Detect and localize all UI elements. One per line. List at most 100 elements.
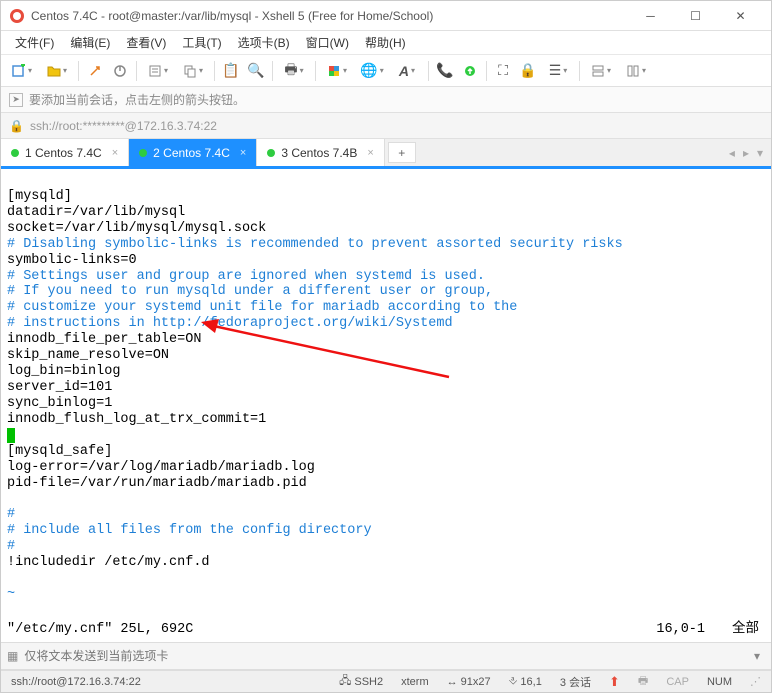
status-bar: ssh://root@172.16.3.74:22 🖧SSH2 xterm ↔9…	[1, 670, 771, 692]
info-bar: ➤ 要添加当前会话，点击左侧的箭头按钮。	[1, 87, 771, 113]
term-line: log-error=/var/log/mariadb/mariadb.log	[7, 460, 315, 475]
properties-button[interactable]	[141, 59, 175, 83]
tab-close-icon[interactable]: ×	[240, 147, 246, 159]
minimize-button[interactable]: ─	[628, 2, 673, 30]
find-button[interactable]: 🔍	[244, 59, 268, 83]
info-text: 要添加当前会话，点击左侧的箭头按钮。	[29, 91, 245, 108]
tab-menu-button[interactable]: ▾	[755, 144, 765, 162]
term-line: # customize your systemd unit file for m…	[7, 300, 517, 315]
tab-3[interactable]: 3 Centos 7.4B ×	[257, 139, 385, 166]
term-line: innodb_file_per_table=ON	[7, 332, 201, 347]
vim-statusline: "/etc/my.cnf" 25L, 692C 16,0-1 全部	[7, 622, 765, 638]
cursor-icon: ⎀	[509, 675, 518, 688]
vim-scroll-pct: 全部	[732, 622, 759, 638]
tile-horizontal-button[interactable]	[584, 59, 618, 83]
term-line: # instructions in http://fedoraproject.o…	[7, 316, 453, 331]
term-line: innodb_flush_log_at_trx_commit=1	[7, 412, 266, 427]
send-toggle-button[interactable]: ▾	[749, 649, 765, 663]
lock-button[interactable]: 🔒	[516, 59, 540, 83]
term-line: skip_name_resolve=ON	[7, 348, 169, 363]
tab-next-button[interactable]: ▸	[741, 144, 751, 162]
app-icon	[9, 8, 25, 24]
printer-icon: 🖶	[638, 672, 648, 691]
tab-label: 1 Centos 7.4C	[25, 146, 102, 160]
term-line: # Settings user and group are ignored wh…	[7, 269, 485, 284]
menu-edit[interactable]: 编辑(E)	[62, 31, 118, 54]
status-dot-icon	[139, 149, 147, 157]
open-button[interactable]	[40, 59, 74, 83]
send-input[interactable]	[24, 649, 743, 663]
term-line: # include all files from the config dire…	[7, 523, 372, 538]
xagent-button[interactable]: 📞	[433, 59, 457, 83]
new-session-button[interactable]	[5, 59, 39, 83]
tab-2[interactable]: 2 Centos 7.4C×	[129, 139, 257, 166]
add-tab-button[interactable]: +	[388, 142, 416, 163]
status-cursor: 16,1	[520, 676, 541, 688]
encoding-button[interactable]: ☰	[541, 59, 575, 83]
xftp-button[interactable]	[458, 59, 482, 83]
font-button[interactable]: A	[390, 59, 424, 83]
term-line: #	[7, 539, 15, 554]
term-line: datadir=/var/lib/mysql	[7, 205, 185, 220]
lock-icon: 🔒	[9, 119, 24, 133]
window-title: Centos 7.4C - root@master:/var/lib/mysql…	[31, 9, 628, 23]
internet-button[interactable]: 🌐	[355, 59, 389, 83]
address-bar: 🔒 ssh://root:*********@172.16.3.74:22	[1, 113, 771, 139]
term-line: socket=/var/lib/mysql/mysql.sock	[7, 221, 266, 236]
add-session-icon[interactable]: ➤	[9, 93, 23, 107]
maximize-button[interactable]: ☐	[673, 2, 718, 30]
menu-tools[interactable]: 工具(T)	[174, 31, 229, 54]
status-term: xterm	[397, 676, 433, 688]
tab-label: 3 Centos 7.4B	[281, 146, 357, 160]
status-sessions: 3 会话	[560, 674, 591, 690]
vim-file-info: "/etc/my.cnf" 25L, 692C	[7, 622, 193, 638]
term-line: symbolic-links=0	[7, 253, 137, 268]
tab-close-icon[interactable]: ×	[112, 147, 118, 159]
menubar: 文件(F) 编辑(E) 查看(V) 工具(T) 选项卡(B) 窗口(W) 帮助(…	[1, 31, 771, 55]
titlebar: Centos 7.4C - root@master:/var/lib/mysql…	[1, 1, 771, 31]
reconnect-button[interactable]	[83, 59, 107, 83]
tab-bar: 1 Centos 7.4C × 2 Centos 7.4C× 3 Centos 7…	[1, 139, 771, 169]
paste-button[interactable]: 📋	[219, 59, 243, 83]
status-proto: SSH2	[354, 676, 383, 688]
tab-nav: ◂ ▸ ▾	[721, 139, 771, 166]
terminal[interactable]: [mysqld] datadir=/var/lib/mysql socket=/…	[1, 169, 771, 642]
tab-close-icon[interactable]: ×	[367, 147, 373, 159]
tab-1[interactable]: 1 Centos 7.4C ×	[1, 139, 129, 166]
copy-button[interactable]	[176, 59, 210, 83]
fullscreen-button[interactable]: ⛶	[491, 59, 515, 83]
disconnect-button[interactable]	[108, 59, 132, 83]
menu-window[interactable]: 窗口(W)	[298, 31, 357, 54]
term-line: sync_binlog=1	[7, 396, 112, 411]
menu-help[interactable]: 帮助(H)	[357, 31, 414, 54]
term-line: [mysqld_safe]	[7, 444, 112, 459]
tab-prev-button[interactable]: ◂	[727, 144, 737, 162]
status-size: 91x27	[461, 676, 491, 688]
cursor	[7, 428, 15, 443]
term-tilde: ~	[7, 587, 15, 602]
term-line: !includedir /etc/my.cnf.d	[7, 555, 210, 570]
term-line: pid-file=/var/run/mariadb/mariadb.pid	[7, 476, 307, 491]
toolbar: 📋 🔍 🖶 🌐 A 📞 ⛶ 🔒 ☰	[1, 55, 771, 87]
menu-view[interactable]: 查看(V)	[118, 31, 174, 54]
update-icon[interactable]: ⬆	[605, 674, 624, 690]
term-line: # If you need to run mysqld under a diff…	[7, 284, 493, 299]
status-num: NUM	[703, 676, 736, 688]
tile-vertical-button[interactable]	[619, 59, 653, 83]
network-icon: 🖧	[339, 672, 351, 691]
resize-grip-icon[interactable]: ⋰	[746, 675, 765, 688]
status-cap: CAP	[662, 676, 693, 688]
print-button[interactable]: 🖶	[277, 59, 311, 83]
status-dot-icon	[11, 149, 19, 157]
term-line: #	[7, 507, 15, 522]
send-bar: ▦ ▾	[1, 642, 771, 670]
send-icon: ▦	[7, 649, 18, 663]
term-line: server_id=101	[7, 380, 112, 395]
term-line: # Disabling symbolic-links is recommende…	[7, 237, 623, 252]
address-text[interactable]: ssh://root:*********@172.16.3.74:22	[30, 119, 217, 133]
menu-file[interactable]: 文件(F)	[7, 31, 62, 54]
color-scheme-button[interactable]	[320, 59, 354, 83]
close-button[interactable]: ✕	[718, 2, 763, 30]
status-dot-icon	[267, 149, 275, 157]
menu-tabs[interactable]: 选项卡(B)	[230, 31, 298, 54]
